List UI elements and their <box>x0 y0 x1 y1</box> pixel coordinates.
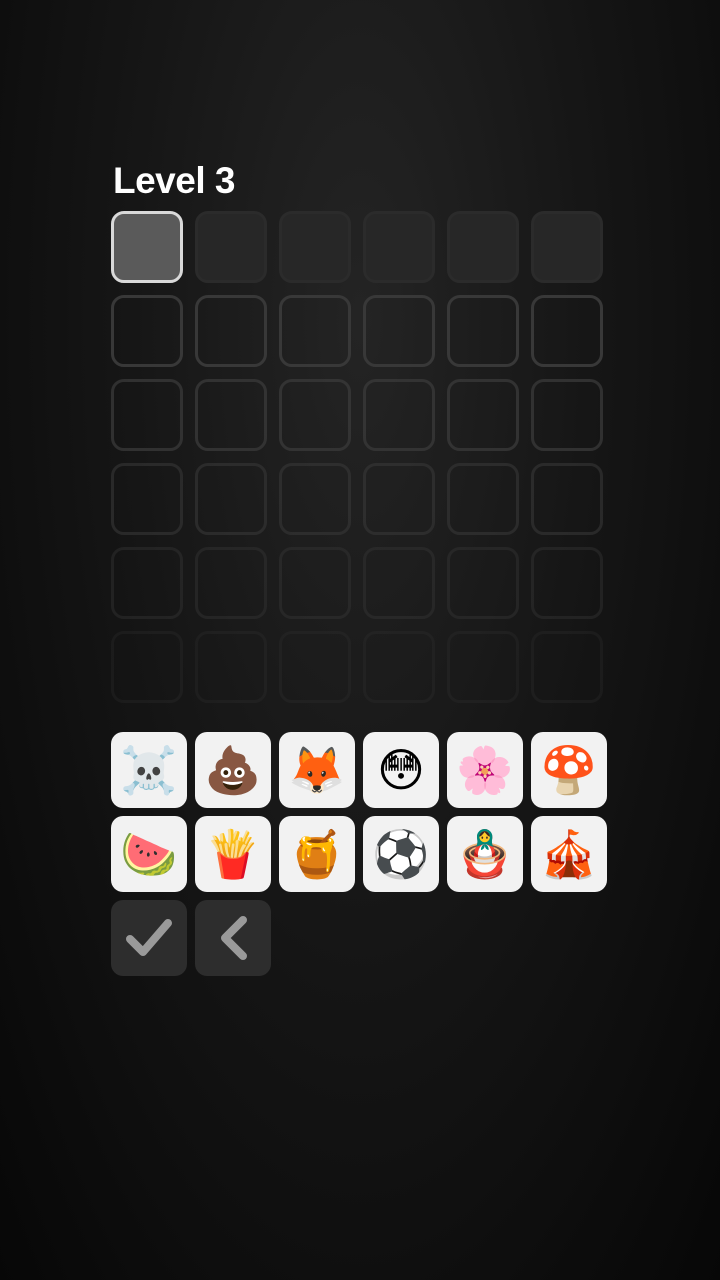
guess-cell <box>279 379 351 451</box>
guess-cell <box>447 631 519 703</box>
guess-cell <box>363 547 435 619</box>
guess-cell[interactable] <box>447 211 519 283</box>
pile-of-poo-key[interactable]: 💩 <box>195 732 271 808</box>
guess-cell <box>531 295 603 367</box>
guess-cell <box>195 295 267 367</box>
flushed-face-key[interactable]: 😳 <box>363 732 439 808</box>
guess-cell <box>279 295 351 367</box>
guess-cell[interactable] <box>363 211 435 283</box>
guess-cell <box>447 463 519 535</box>
guess-cell <box>195 547 267 619</box>
guess-row <box>111 379 609 457</box>
cherry-blossom-key[interactable]: 🌸 <box>447 732 523 808</box>
checkmark-icon <box>126 919 172 956</box>
guess-cell[interactable] <box>279 211 351 283</box>
guess-cell <box>111 379 183 451</box>
guess-cell <box>447 295 519 367</box>
circus-tent-key[interactable]: 🎪 <box>531 816 607 892</box>
guess-cell <box>531 631 603 703</box>
fox-key[interactable]: 🦊 <box>279 732 355 808</box>
guess-cell <box>279 631 351 703</box>
skull-crossbones-key[interactable]: ☠️ <box>111 732 187 808</box>
guess-cell <box>111 547 183 619</box>
guess-row <box>111 631 609 709</box>
guess-cell-active[interactable] <box>111 211 183 283</box>
guess-cell <box>447 547 519 619</box>
watermelon-key[interactable]: 🍉 <box>111 816 187 892</box>
guess-row <box>111 547 609 625</box>
guess-cell <box>531 463 603 535</box>
guess-cell <box>279 547 351 619</box>
guess-cell <box>111 631 183 703</box>
guess-cell <box>279 463 351 535</box>
soccer-ball-key[interactable]: ⚽ <box>363 816 439 892</box>
guess-cell[interactable] <box>195 211 267 283</box>
guess-cell <box>363 379 435 451</box>
chevron-left-icon <box>221 916 247 960</box>
submit-button[interactable] <box>111 900 187 976</box>
guess-row <box>111 295 609 373</box>
guess-cell <box>195 463 267 535</box>
guess-cell <box>195 379 267 451</box>
nesting-dolls-key[interactable]: 🪆 <box>447 816 523 892</box>
guess-cell <box>111 463 183 535</box>
guess-cell <box>531 379 603 451</box>
guess-row <box>111 211 609 289</box>
backspace-button[interactable] <box>195 900 271 976</box>
guess-cell <box>363 463 435 535</box>
guess-cell[interactable] <box>531 211 603 283</box>
mushroom-key[interactable]: 🍄 <box>531 732 607 808</box>
honey-pot-key[interactable]: 🍯 <box>279 816 355 892</box>
guess-cell <box>447 379 519 451</box>
guess-row <box>111 463 609 541</box>
guess-cell <box>111 295 183 367</box>
guess-cell <box>195 631 267 703</box>
french-fries-key[interactable]: 🍟 <box>195 816 271 892</box>
level-title: Level 3 <box>113 160 235 201</box>
guess-cell <box>363 295 435 367</box>
guess-cell <box>531 547 603 619</box>
guess-cell <box>363 631 435 703</box>
